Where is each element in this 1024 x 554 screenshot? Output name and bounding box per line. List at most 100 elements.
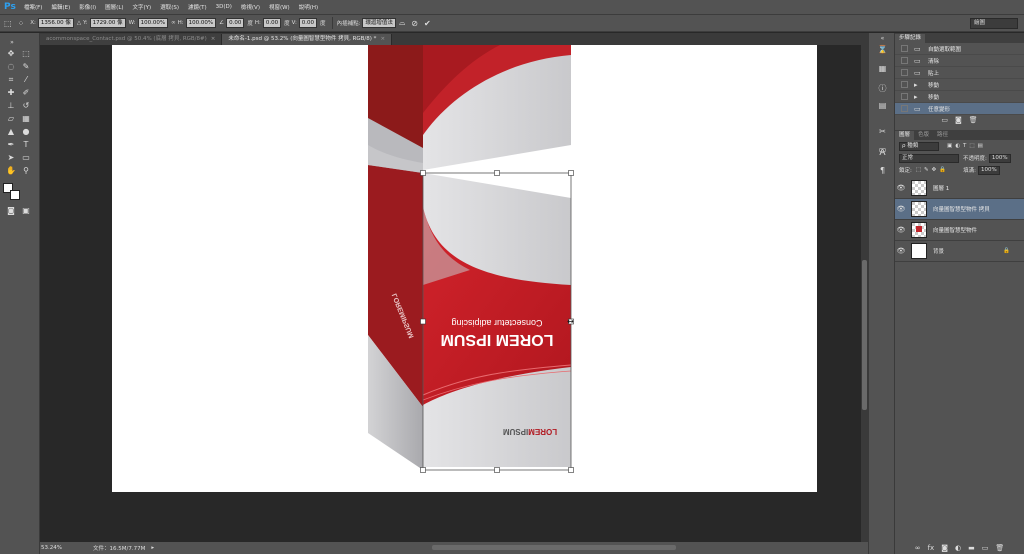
filter-icons[interactable]: ▣◐T⬚▤ [947,143,986,149]
history-checkbox[interactable] [901,105,908,112]
interpolation-select[interactable]: 環迴增值法 [362,18,396,28]
canvas-area[interactable]: LOREM IPSUM Consectetur adipiscing LOREM… [40,45,861,542]
lasso-tool-icon[interactable]: ◌ [5,61,17,72]
type-tool-icon[interactable]: T [20,139,32,150]
menu-help[interactable]: 說明(H) [299,3,318,11]
stamp-tool-icon[interactable]: ⊥ [5,100,17,111]
transform-handle[interactable] [420,467,426,473]
layer-row-selected[interactable]: 👁 向量圖智慧型物件 拷貝 [895,199,1024,220]
close-icon[interactable]: × [211,36,216,42]
vskew-field[interactable]: 0.00 [298,18,318,28]
history-checkbox[interactable] [901,69,908,76]
menu-type[interactable]: 文字(Y) [133,3,152,11]
gradient-tool-icon[interactable]: ▦ [20,113,32,124]
character-panel-icon[interactable]: A [869,148,896,158]
path-select-icon[interactable]: ➤ [5,152,17,163]
workspace-select[interactable]: 繪圖 [970,18,1018,29]
menu-select[interactable]: 選取(S) [160,3,179,11]
menu-edit[interactable]: 編輯(E) [51,3,70,11]
zoom-level[interactable]: 53.24% [41,545,81,551]
new-group-icon[interactable]: ▬ [968,544,975,552]
layer-row[interactable]: 👁 向量圖智慧型物件 [895,220,1024,241]
transform-tool-icon[interactable]: ⬚ [4,19,12,28]
tab-layers[interactable]: 圖層 [895,131,915,140]
history-item[interactable]: ▭ 貼上 [895,67,1024,79]
history-checkbox[interactable] [901,57,908,64]
cancel-icon[interactable]: ⊘ [411,19,418,28]
transform-handle[interactable] [494,170,500,176]
trash-icon[interactable]: 🗑 [995,544,1004,552]
transform-handle[interactable] [494,467,500,473]
fill-field[interactable]: 100% [977,165,1000,175]
background-color-swatch[interactable] [10,190,20,200]
transform-handle[interactable] [420,170,426,176]
tool-presets-icon[interactable]: ✂ [869,127,896,136]
delta-icon[interactable]: △ [77,20,81,26]
horizontal-scrollbar[interactable] [432,545,676,550]
collapse-icon[interactable]: « [869,35,896,42]
menu-filter[interactable]: 濾鏡(T) [188,3,207,11]
link-layers-icon[interactable]: ∞ [915,544,921,552]
transform-handle[interactable] [568,467,574,473]
collapse-icon[interactable]: » [6,37,18,48]
status-arrow-icon[interactable]: ▸ [151,545,154,551]
crop-tool-icon[interactable]: ⌗ [5,74,17,85]
tab-paths[interactable]: 路徑 [933,131,952,140]
menu-view[interactable]: 檢視(V) [241,3,260,11]
hskew-field[interactable]: 0.00 [262,18,282,28]
trash-icon[interactable]: 🗑 [969,116,978,124]
commit-icon[interactable]: ✔ [424,19,431,28]
height-field[interactable]: 100.00% [185,18,217,28]
menu-image[interactable]: 影像(I) [79,3,96,11]
transform-handle[interactable] [420,318,426,325]
quick-mask-icon[interactable]: ◙ [5,205,17,216]
width-field[interactable]: 100.00% [137,18,169,28]
healing-brush-icon[interactable]: ✚ [5,87,17,98]
zoom-tool-icon[interactable]: ⚲ [20,165,32,176]
tab-document-2[interactable]: 未命名-1.psd @ 53.2% (向量圖智慧型物件 拷貝, RGB/8) *… [222,34,393,45]
layer-row[interactable]: 👁 背景 🔒 [895,241,1024,262]
visibility-eye-icon[interactable]: 👁 [895,184,907,192]
adjustment-layer-icon[interactable]: ◐ [955,544,961,552]
eraser-tool-icon[interactable]: ▱ [5,113,17,124]
add-mask-icon[interactable]: ◙ [941,544,948,552]
history-item[interactable]: ▸ 移動 [895,79,1024,91]
brush-tool-icon[interactable]: ✐ [20,87,32,98]
opacity-field[interactable]: 100% [988,153,1011,163]
y-field[interactable]: 1729.00 像 [89,18,126,28]
snapshot-icon[interactable]: ◙ [955,116,962,124]
lock-icons[interactable]: ⬚✎✥🔒 [916,167,949,173]
new-document-icon[interactable]: ▭ [941,116,948,124]
brush-panel-icon[interactable]: ▤ [869,101,896,110]
menu-3d[interactable]: 3D(D) [216,4,232,10]
document-canvas[interactable]: LOREM IPSUM Consectetur adipiscing LOREM… [40,45,861,542]
history-checkbox[interactable] [901,93,908,100]
pen-tool-icon[interactable]: ✒ [5,139,17,150]
warp-icon[interactable]: ⌓ [399,18,405,28]
screen-mode-icon[interactable]: ▣ [20,205,32,216]
history-panel-icon[interactable]: ⌛ [869,45,896,54]
history-item-selected[interactable]: ▭ 任意變形 [895,103,1024,115]
hand-tool-icon[interactable]: ✋ [5,165,17,176]
tab-channels[interactable]: 色版 [914,131,933,140]
link-icon[interactable]: ∞ [171,20,176,26]
scroll-thumb[interactable] [862,260,867,410]
vertical-scrollbar[interactable] [861,45,868,542]
visibility-eye-icon[interactable]: 👁 [895,205,907,213]
history-checkbox[interactable] [901,45,908,52]
eyedropper-icon[interactable]: ⁄ [20,74,32,85]
paragraph-panel-icon[interactable]: ¶ [869,166,896,175]
visibility-eye-icon[interactable]: 👁 [895,247,907,255]
color-panel-icon[interactable]: ▦ [869,64,896,73]
blend-mode-select[interactable]: 正常 [899,153,959,163]
layer-style-icon[interactable]: fx [928,544,935,552]
menu-file[interactable]: 檔案(F) [24,3,42,11]
visibility-eye-icon[interactable]: 👁 [895,226,907,234]
quick-select-icon[interactable]: ✎ [20,61,32,72]
close-icon[interactable]: × [380,36,385,42]
layer-filter-select[interactable]: ρ 種類 [899,141,939,151]
new-layer-icon[interactable]: ▭ [982,544,989,552]
menu-layer[interactable]: 圖層(L) [105,3,123,11]
dodge-tool-icon[interactable]: ● [20,126,32,137]
history-checkbox[interactable] [901,81,908,88]
